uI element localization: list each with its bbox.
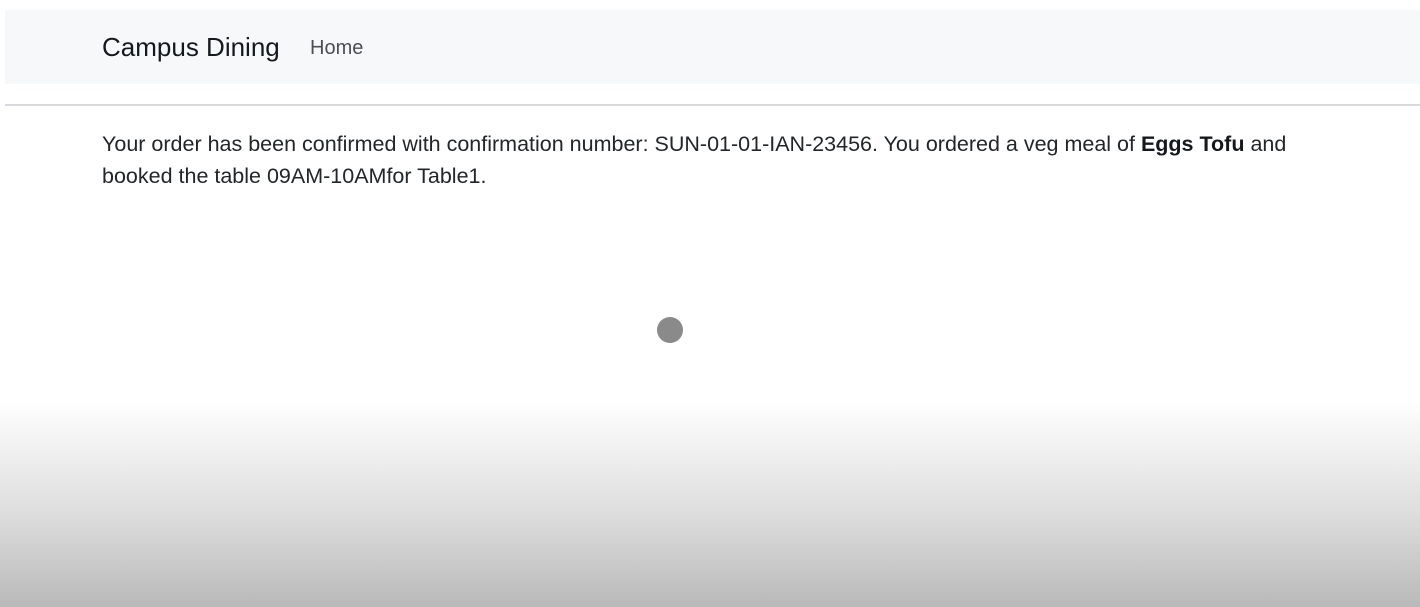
header-divider <box>5 104 1420 106</box>
bottom-shadow-overlay <box>0 400 1420 607</box>
order-confirmation-message: Your order has been confirmed with confi… <box>102 128 1342 192</box>
confirmation-text-start: Your order has been confirmed with confi… <box>102 132 1141 156</box>
brand-link[interactable]: Campus Dining <box>102 31 280 63</box>
mouse-cursor-indicator <box>657 317 683 343</box>
top-navbar: Campus Dining Home <box>5 10 1420 84</box>
nav-link-home[interactable]: Home <box>310 35 363 61</box>
meal-name: Eggs Tofu <box>1140 132 1245 156</box>
